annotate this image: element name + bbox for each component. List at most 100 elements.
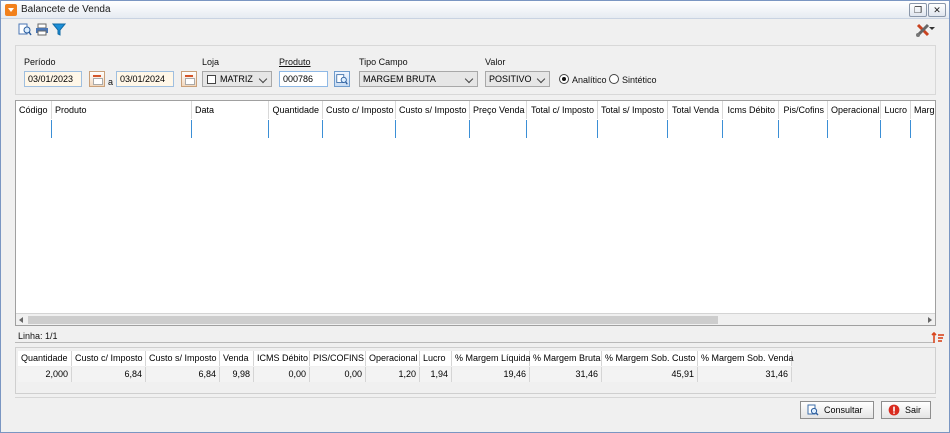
column-header[interactable]: Total Venda bbox=[668, 101, 723, 119]
scroll-left-icon[interactable] bbox=[19, 317, 23, 323]
window-title: Balancete de Venda bbox=[21, 4, 111, 15]
produto-label: Produto bbox=[279, 57, 311, 67]
totals-value: 0,00 bbox=[310, 367, 366, 382]
totals-value: 0,00 bbox=[254, 367, 310, 382]
sort-icon[interactable] bbox=[931, 332, 945, 344]
tools-icon[interactable] bbox=[915, 23, 931, 37]
sair-button[interactable]: Sair bbox=[881, 401, 931, 419]
exit-icon bbox=[888, 404, 900, 416]
filter-icon[interactable] bbox=[52, 23, 66, 36]
tipo-campo-select[interactable]: MARGEM BRUTA bbox=[359, 71, 478, 87]
app-icon bbox=[5, 4, 17, 16]
date-from-calendar-icon[interactable] bbox=[89, 71, 105, 87]
print-icon[interactable] bbox=[35, 23, 49, 36]
date-to-calendar-icon[interactable] bbox=[181, 71, 197, 87]
filter-panel: Período 03/01/2023 a 03/01/2024 Loja MAT… bbox=[15, 45, 936, 95]
results-grid[interactable]: Código Produto Data Quantidade Custo c/ … bbox=[15, 100, 936, 326]
table-cell[interactable]: 0,00 bbox=[723, 120, 779, 138]
date-from-field[interactable]: 03/01/2023 bbox=[24, 71, 82, 87]
totals-header: Custo s/ Imposto bbox=[146, 351, 220, 366]
date-separator: a bbox=[108, 77, 114, 87]
totals-value: 9,98 bbox=[220, 367, 254, 382]
column-header[interactable]: Icms Débito bbox=[723, 101, 779, 119]
totals-value: 6,84 bbox=[72, 367, 146, 382]
restore-button[interactable]: ❐ bbox=[909, 3, 927, 17]
table-cell[interactable]: 3,42 bbox=[323, 120, 396, 138]
totals-value: 45,91 bbox=[602, 367, 698, 382]
column-header[interactable]: Operacional bbox=[828, 101, 881, 119]
loja-select[interactable]: MATRIZ bbox=[202, 71, 272, 87]
table-cell[interactable]: 17/01/2023 - TER bbox=[192, 120, 269, 138]
valor-select[interactable]: POSITIVO bbox=[485, 71, 550, 87]
totals-value: 31,46 bbox=[698, 367, 792, 382]
table-cell[interactable]: 9,98 bbox=[668, 120, 723, 138]
totals-value: 6,84 bbox=[146, 367, 220, 382]
totals-value: 1,20 bbox=[366, 367, 420, 382]
consultar-button[interactable]: Consultar bbox=[800, 401, 874, 419]
date-to-field[interactable]: 03/01/2024 bbox=[116, 71, 174, 87]
column-header[interactable]: Pis/Cofins bbox=[779, 101, 828, 119]
table-cell[interactable]: 1,20 bbox=[828, 120, 881, 138]
tools-caret-icon[interactable] bbox=[929, 27, 935, 30]
totals-header: % Margem Sob. Venda bbox=[698, 351, 794, 366]
table-cell[interactable]: 1,94 bbox=[881, 120, 911, 138]
totals-header: PIS/COFINS bbox=[310, 351, 366, 366]
table-cell[interactable]: 000786 bbox=[16, 120, 52, 138]
balancete-window: Balancete de Venda ❐ ✕ Período 03/01/202… bbox=[0, 0, 950, 433]
column-header[interactable]: Lucro bbox=[881, 101, 911, 119]
sintetico-label: Sintético bbox=[622, 75, 657, 85]
tipo-campo-label: Tipo Campo bbox=[359, 57, 408, 67]
totals-value: 19,46 bbox=[452, 367, 530, 382]
scrollbar-thumb[interactable] bbox=[28, 316, 718, 324]
table-cell[interactable]: 2 bbox=[269, 120, 323, 138]
totals-header: % Margem Líquida bbox=[452, 351, 531, 366]
table-cell[interactable]: 6,84 bbox=[598, 120, 668, 138]
analitico-label: Analítico bbox=[572, 75, 607, 85]
table-cell[interactable]: SABONETE ALMA DE FLORES 130G bbox=[52, 120, 192, 138]
totals-header: Venda bbox=[220, 351, 254, 366]
table-cell[interactable] bbox=[911, 120, 935, 138]
column-header[interactable]: Custo c/ Imposto bbox=[323, 101, 396, 119]
column-header[interactable]: Total c/ Imposto bbox=[527, 101, 598, 119]
loja-label: Loja bbox=[202, 57, 220, 67]
totals-panel: Quantidade Custo c/ Imposto Custo s/ Imp… bbox=[15, 347, 936, 394]
search-document-icon bbox=[807, 404, 819, 416]
consultar-label: Consultar bbox=[824, 405, 863, 415]
totals-header: Custo c/ Imposto bbox=[72, 351, 146, 366]
loja-checkbox[interactable] bbox=[207, 75, 216, 84]
loja-value: MATRIZ bbox=[220, 74, 253, 84]
produto-field[interactable]: 000786 bbox=[279, 71, 328, 87]
totals-value: 31,46 bbox=[530, 367, 602, 382]
table-cell[interactable]: 6,84 bbox=[527, 120, 598, 138]
title-bar: Balancete de Venda ❐ ✕ bbox=[1, 1, 949, 19]
totals-header: Quantidade bbox=[18, 351, 72, 366]
sair-label: Sair bbox=[905, 405, 922, 415]
produto-search-icon[interactable] bbox=[334, 71, 350, 87]
totals-value: 2,000 bbox=[18, 367, 72, 382]
column-header[interactable]: Total s/ Imposto bbox=[598, 101, 668, 119]
table-cell[interactable]: 0,00 bbox=[779, 120, 828, 138]
column-header[interactable]: Preço Venda bbox=[470, 101, 527, 119]
column-header[interactable]: Código bbox=[16, 101, 52, 119]
table-cell[interactable]: 4,99 bbox=[470, 120, 527, 138]
status-line: Linha: 1/1 bbox=[15, 331, 934, 343]
totals-value: 1,94 bbox=[420, 367, 452, 382]
valor-label: Valor bbox=[485, 57, 506, 67]
periodo-label: Período bbox=[24, 57, 56, 67]
totals-header: % Margem Sob. Custo bbox=[602, 351, 698, 366]
table-cell[interactable]: 3,42 bbox=[396, 120, 470, 138]
horizontal-scrollbar[interactable] bbox=[16, 313, 935, 325]
sintetico-radio[interactable] bbox=[609, 74, 619, 84]
totals-header: Operacional bbox=[366, 351, 420, 366]
analitico-radio[interactable] bbox=[559, 74, 569, 84]
column-header[interactable]: Quantidade bbox=[269, 101, 323, 119]
scroll-right-icon[interactable] bbox=[928, 317, 932, 323]
column-header[interactable]: Marg bbox=[911, 101, 935, 119]
column-header[interactable]: Data bbox=[192, 101, 269, 119]
row-counter: Linha: 1/1 bbox=[18, 331, 58, 341]
bottom-bar: Consultar Sair bbox=[15, 397, 936, 422]
close-button[interactable]: ✕ bbox=[928, 3, 946, 17]
print-preview-icon[interactable] bbox=[18, 23, 32, 36]
column-header[interactable]: Custo s/ Imposto bbox=[396, 101, 470, 119]
column-header[interactable]: Produto bbox=[52, 101, 192, 119]
